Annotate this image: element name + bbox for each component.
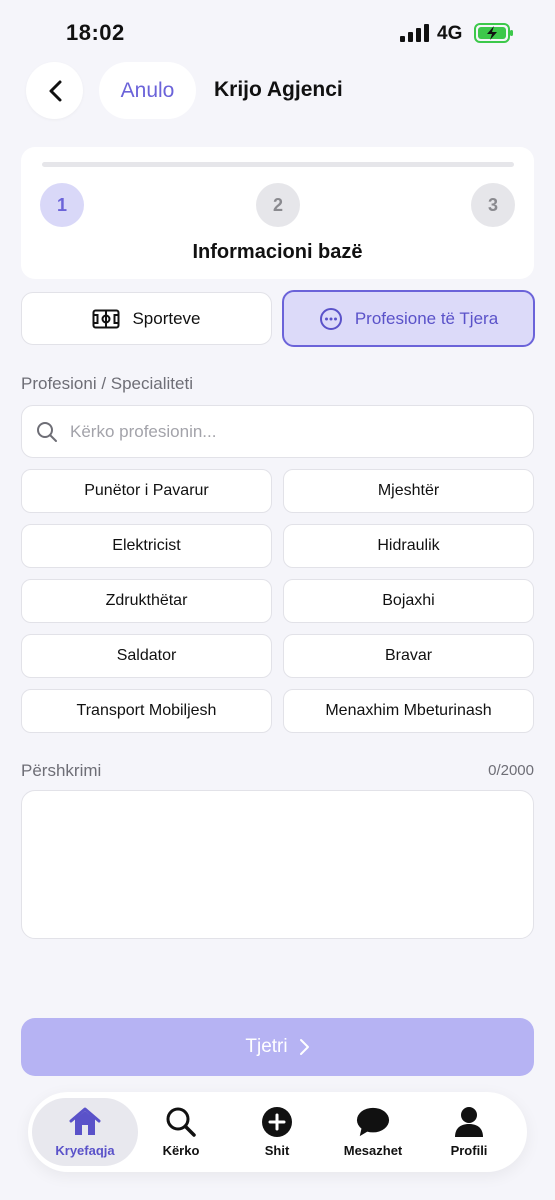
nav-home-label: Kryefaqja <box>55 1143 115 1158</box>
ellipsis-circle-icon <box>319 307 342 330</box>
chat-bubble-icon <box>356 1107 390 1137</box>
search-icon <box>166 1107 196 1137</box>
status-bar: 18:02 4G <box>0 0 555 60</box>
category-other-professions-label: Profesione të Tjera <box>354 308 499 328</box>
battery-charging-icon <box>474 23 513 43</box>
step-2: 2 <box>256 183 300 227</box>
network-type: 4G <box>437 23 463 44</box>
step-3: 3 <box>471 183 515 227</box>
step-title: Informacioni bazë <box>192 241 363 263</box>
step-progress-track <box>42 162 514 167</box>
category-other-professions-button[interactable]: Profesione të Tjera <box>282 290 535 347</box>
page-title: Krijo Agjenci <box>214 78 343 101</box>
profession-option[interactable]: Punëtor i Pavarur <box>21 469 272 513</box>
status-time: 18:02 <box>66 20 125 45</box>
profession-option[interactable]: Mjeshtër <box>283 469 534 513</box>
home-icon <box>69 1107 101 1135</box>
nav-messages-label: Mesazhet <box>343 1143 403 1158</box>
plus-circle-icon <box>262 1107 292 1137</box>
nav-messages[interactable]: Mesazhet <box>328 1098 418 1166</box>
nav-sell[interactable]: Shit <box>236 1098 318 1166</box>
nav-home[interactable]: Kryefaqja <box>32 1098 138 1166</box>
signal-icon <box>400 24 430 42</box>
nav-profile[interactable]: Profili <box>428 1098 510 1166</box>
profession-option[interactable]: Bojaxhi <box>283 579 534 623</box>
profession-options-grid: Punëtor i Pavarur Mjeshtër Elektricist H… <box>21 469 534 733</box>
nav-profile-label: Profili <box>450 1143 488 1158</box>
chevron-left-icon <box>49 80 61 101</box>
category-sports-button[interactable]: Sporteve <box>21 292 272 345</box>
description-char-counter: 0/2000 <box>488 762 534 779</box>
stepper-card: 1 2 3 Informacioni bazë <box>21 147 534 279</box>
description-textarea[interactable] <box>34 803 521 926</box>
description-box <box>21 790 534 939</box>
description-label: Përshkrimi <box>21 761 102 780</box>
profession-option[interactable]: Bravar <box>283 634 534 678</box>
category-sports-label: Sporteve <box>132 308 201 328</box>
bottom-nav: Kryefaqja Kërko Shit Mesazhet Profili <box>28 1092 527 1172</box>
profession-search-box <box>21 405 534 458</box>
step-1: 1 <box>40 183 84 227</box>
cancel-button[interactable]: Anulo <box>99 62 196 119</box>
profession-option[interactable]: Zdrukthëtar <box>21 579 272 623</box>
profession-option[interactable]: Elektricist <box>21 524 272 568</box>
profession-option[interactable]: Transport Mobiljesh <box>21 689 272 733</box>
profession-option[interactable]: Menaxhim Mbeturinash <box>283 689 534 733</box>
profession-search-input[interactable] <box>70 421 510 442</box>
nav-sell-label: Shit <box>264 1143 290 1158</box>
chevron-right-icon <box>299 1039 309 1055</box>
person-icon <box>455 1107 483 1137</box>
search-icon <box>37 421 57 442</box>
nav-search[interactable]: Kërko <box>140 1098 222 1166</box>
soccer-field-icon <box>92 309 120 328</box>
profession-option[interactable]: Saldator <box>21 634 272 678</box>
profession-label: Profesioni / Specialiteti <box>21 374 193 393</box>
next-button-label: Tjetri <box>245 1036 288 1057</box>
profession-option[interactable]: Hidraulik <box>283 524 534 568</box>
next-button[interactable]: Tjetri <box>21 1018 534 1076</box>
nav-search-label: Kërko <box>162 1143 200 1158</box>
back-button[interactable] <box>26 62 83 119</box>
